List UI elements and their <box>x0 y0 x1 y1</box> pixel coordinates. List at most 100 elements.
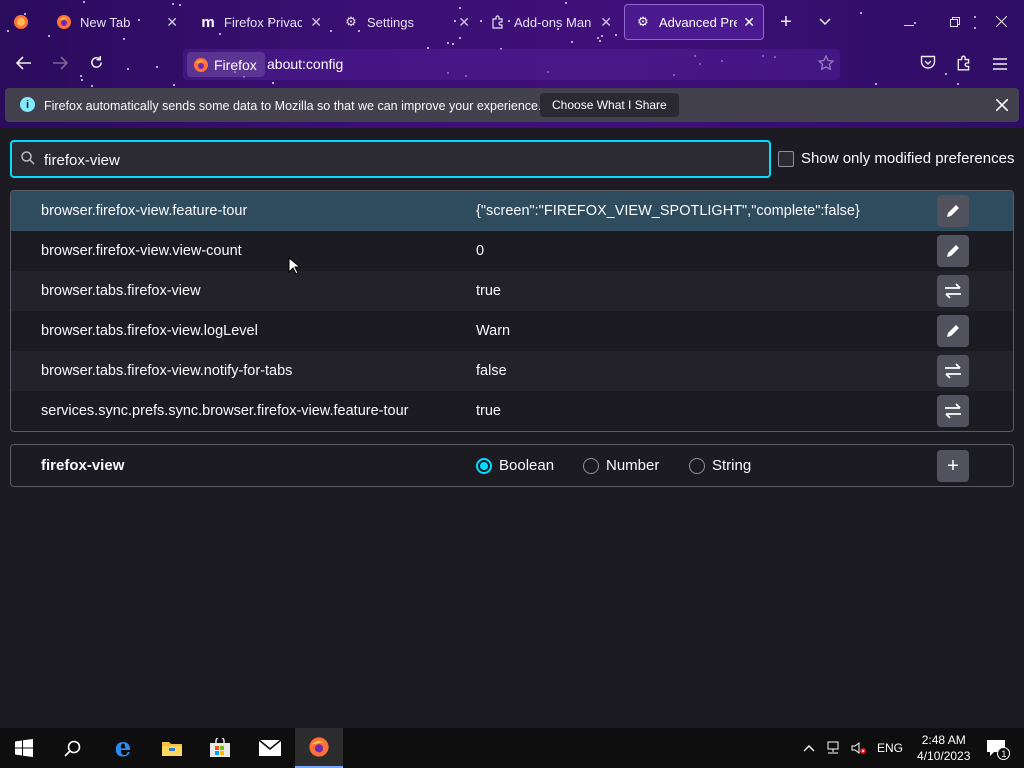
plus-icon: + <box>780 10 792 33</box>
firefox-view-button[interactable] <box>6 4 36 40</box>
tab-label: Add-ons Manag <box>514 14 592 30</box>
pocket-button[interactable] <box>914 52 942 78</box>
app-menu-button[interactable] <box>986 52 1014 78</box>
toggle-button[interactable] <box>937 355 969 387</box>
radio-label: String <box>712 457 752 474</box>
new-tab-button[interactable]: + <box>772 9 800 35</box>
search-icon <box>63 740 80 757</box>
tab-advanced-preferences[interactable]: ⚙ Advanced Prefe ✕ <box>624 4 764 40</box>
file-explorer-button[interactable] <box>148 728 196 768</box>
clock-time: 2:48 AM <box>921 733 966 747</box>
firefox-icon <box>56 14 72 30</box>
pref-name: browser.tabs.firefox-view.notify-for-tab… <box>41 363 293 379</box>
firefox-icon <box>309 737 329 757</box>
radio-circle[interactable] <box>583 457 599 474</box>
close-icon[interactable]: ✕ <box>166 14 178 31</box>
radio-circle[interactable] <box>476 457 492 474</box>
tab-privacy[interactable]: m Firefox Privacy N ✕ <box>190 4 330 40</box>
clock[interactable]: 2:48 AM 4/10/2023 <box>917 732 970 764</box>
pref-name: services.sync.prefs.sync.browser.firefox… <box>41 403 409 419</box>
show-hidden-icons-chevron-icon[interactable] <box>803 744 815 752</box>
url-text[interactable]: about:config <box>267 56 343 72</box>
mail-button[interactable] <box>246 728 294 768</box>
url-bar[interactable]: Firefox about:config <box>183 49 840 80</box>
edit-button[interactable] <box>937 315 969 347</box>
reload-icon <box>89 55 104 75</box>
tab-label: New Tab <box>80 14 131 30</box>
radio-string[interactable]: String <box>689 457 751 474</box>
tab-settings[interactable]: ⚙ Settings ✕ <box>333 4 478 40</box>
search-button[interactable] <box>48 728 96 768</box>
radio-boolean[interactable]: Boolean <box>476 457 554 474</box>
gear-icon: ⚙ <box>345 14 357 29</box>
reload-button[interactable] <box>82 52 110 78</box>
identity-label: Firefox <box>214 56 257 73</box>
close-icon <box>995 14 1007 30</box>
toggle-button[interactable] <box>937 395 969 427</box>
pref-row[interactable]: browser.firefox-view.view-count 0 <box>11 231 1013 271</box>
show-modified-only-checkbox[interactable]: Show only modified preferences <box>778 150 1014 167</box>
system-tray: ENG 2:48 AM 4/10/2023 1 <box>803 728 1011 768</box>
close-notification-button[interactable] <box>995 94 1009 117</box>
mail-icon <box>258 739 282 756</box>
start-button[interactable] <box>0 728 48 768</box>
forward-arrow-icon <box>52 55 69 75</box>
close-icon[interactable]: ✕ <box>600 14 612 31</box>
list-all-tabs-button[interactable] <box>811 8 839 34</box>
new-preference-name: firefox-view <box>41 457 125 474</box>
edit-button[interactable] <box>937 195 969 227</box>
add-preference-button[interactable]: + <box>937 450 969 482</box>
edge-button[interactable]: e <box>99 728 147 768</box>
pref-value: {"screen":"FIREFOX_VIEW_SPOTLIGHT","comp… <box>476 203 860 219</box>
puzzle-icon <box>956 55 972 76</box>
pocket-icon <box>920 55 936 75</box>
pref-row[interactable]: browser.firefox-view.feature-tour {"scree… <box>11 191 1013 231</box>
toggle-arrows-icon <box>945 283 961 299</box>
preference-search-input[interactable]: firefox-view <box>10 140 771 178</box>
back-button[interactable] <box>10 52 38 78</box>
extensions-button[interactable] <box>950 52 978 78</box>
close-window-button[interactable] <box>978 0 1024 44</box>
close-icon[interactable]: ✕ <box>310 14 322 31</box>
minimize-icon <box>904 14 914 30</box>
firefox-icon <box>193 57 209 73</box>
mozilla-icon: m <box>201 13 215 31</box>
radio-label: Boolean <box>499 457 555 474</box>
new-preference-row: firefox-view Boolean Number String + <box>10 444 1014 487</box>
pref-row[interactable]: browser.tabs.firefox-view.notify-for-tab… <box>11 351 1013 391</box>
radio-circle[interactable] <box>689 457 705 474</box>
pref-row[interactable]: services.sync.prefs.sync.browser.firefox… <box>11 391 1013 431</box>
hamburger-menu-icon <box>993 55 1007 75</box>
chevron-down-icon <box>819 14 831 29</box>
firefox-taskbar-button[interactable] <box>295 728 343 768</box>
edit-button[interactable] <box>937 235 969 267</box>
pref-value: Warn <box>476 323 511 339</box>
identity-box[interactable]: Firefox <box>187 52 265 77</box>
toggle-button[interactable] <box>937 275 969 307</box>
clock-date: 4/10/2023 <box>917 749 971 763</box>
restore-button[interactable] <box>932 0 978 44</box>
volume-muted-icon[interactable] <box>851 741 867 755</box>
folder-icon <box>162 742 182 756</box>
action-center-button[interactable]: 1 <box>986 739 1011 760</box>
store-button[interactable] <box>196 728 244 768</box>
language-indicator[interactable]: ENG <box>877 741 903 755</box>
checkbox-box[interactable] <box>778 150 794 167</box>
radio-label: Number <box>606 457 660 474</box>
notification-count-badge: 1 <box>997 747 1011 760</box>
tab-new-tab[interactable]: New Tab ✕ <box>46 4 186 40</box>
network-icon[interactable] <box>825 741 841 755</box>
close-icon[interactable]: ✕ <box>743 14 755 31</box>
pref-row[interactable]: browser.tabs.firefox-view.logLevel Warn <box>11 311 1013 351</box>
radio-number[interactable]: Number <box>583 457 659 474</box>
choose-what-i-share-button[interactable]: Choose What I Share <box>540 93 679 117</box>
close-icon[interactable]: ✕ <box>458 14 470 31</box>
pencil-icon <box>947 325 959 337</box>
gear-icon: ⚙ <box>637 14 649 29</box>
windows-taskbar: e ENG 2:48 AM 4/10/2023 1 <box>0 728 1024 768</box>
minimize-button[interactable] <box>886 0 932 44</box>
tab-addons[interactable]: Add-ons Manag ✕ <box>480 4 620 40</box>
pref-row[interactable]: browser.tabs.firefox-view true <box>11 271 1013 311</box>
pref-name: browser.tabs.firefox-view <box>41 283 201 299</box>
forward-button[interactable] <box>46 52 74 78</box>
